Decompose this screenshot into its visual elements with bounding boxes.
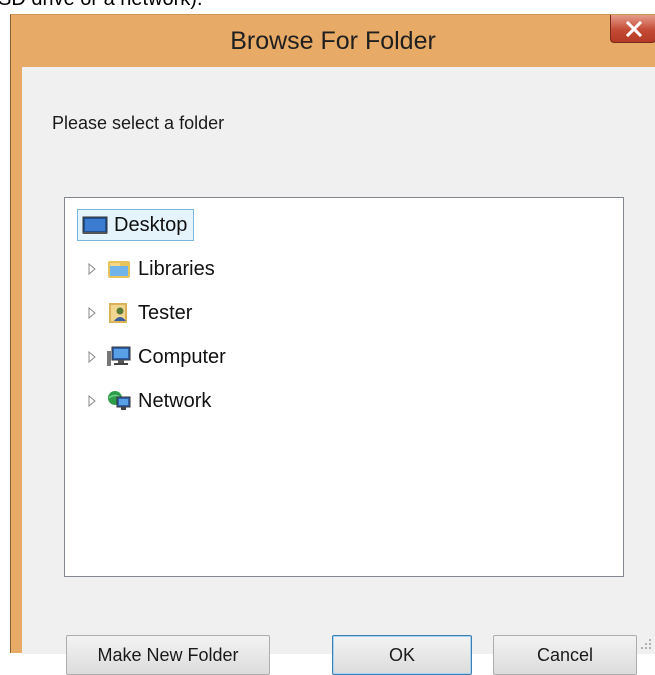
tree-item-computer[interactable]: Computer — [85, 340, 233, 374]
tree-item-label: Desktop — [114, 213, 188, 236]
close-icon — [626, 21, 642, 37]
expand-arrow-icon[interactable] — [85, 306, 99, 320]
ok-button[interactable]: OK — [332, 635, 472, 675]
tree-item-network[interactable]: Network — [85, 384, 218, 418]
desktop-icon — [82, 216, 108, 234]
tree-item-libraries[interactable]: Libraries — [85, 252, 222, 286]
libraries-icon — [108, 261, 130, 278]
dialog-prompt: Please select a folder — [52, 113, 225, 133]
close-button[interactable] — [610, 15, 655, 43]
tree-item-label: Tester — [138, 301, 193, 324]
expand-arrow-icon[interactable] — [85, 394, 99, 408]
expand-arrow-icon[interactable] — [85, 262, 99, 276]
title-bar[interactable]: Browse For Folder — [11, 15, 655, 65]
expand-arrow-icon[interactable] — [85, 350, 99, 364]
dialog-client-area: Please select a folder Desktop Libraries… — [22, 67, 655, 675]
background-document-text: SD drive or a network). — [0, 0, 203, 11]
make-new-folder-button[interactable]: Make New Folder — [66, 635, 270, 675]
user-folder-icon — [109, 303, 127, 323]
computer-icon — [107, 346, 131, 366]
cancel-button[interactable]: Cancel — [493, 635, 637, 675]
browse-for-folder-dialog: Browse For Folder Please select a folder… — [10, 14, 655, 675]
tree-item-label: Network — [138, 389, 212, 412]
folder-tree[interactable]: Desktop Libraries Tester Computer Networ… — [64, 197, 624, 577]
tree-item-desktop[interactable]: Desktop — [77, 208, 195, 242]
network-icon — [108, 391, 131, 410]
tree-item-label: Computer — [138, 345, 226, 368]
resize-grip-icon[interactable] — [639, 637, 653, 651]
tree-item-label: Libraries — [138, 257, 215, 280]
dialog-title: Browse For Folder — [230, 27, 436, 55]
tree-item-tester[interactable]: Tester — [85, 296, 199, 330]
